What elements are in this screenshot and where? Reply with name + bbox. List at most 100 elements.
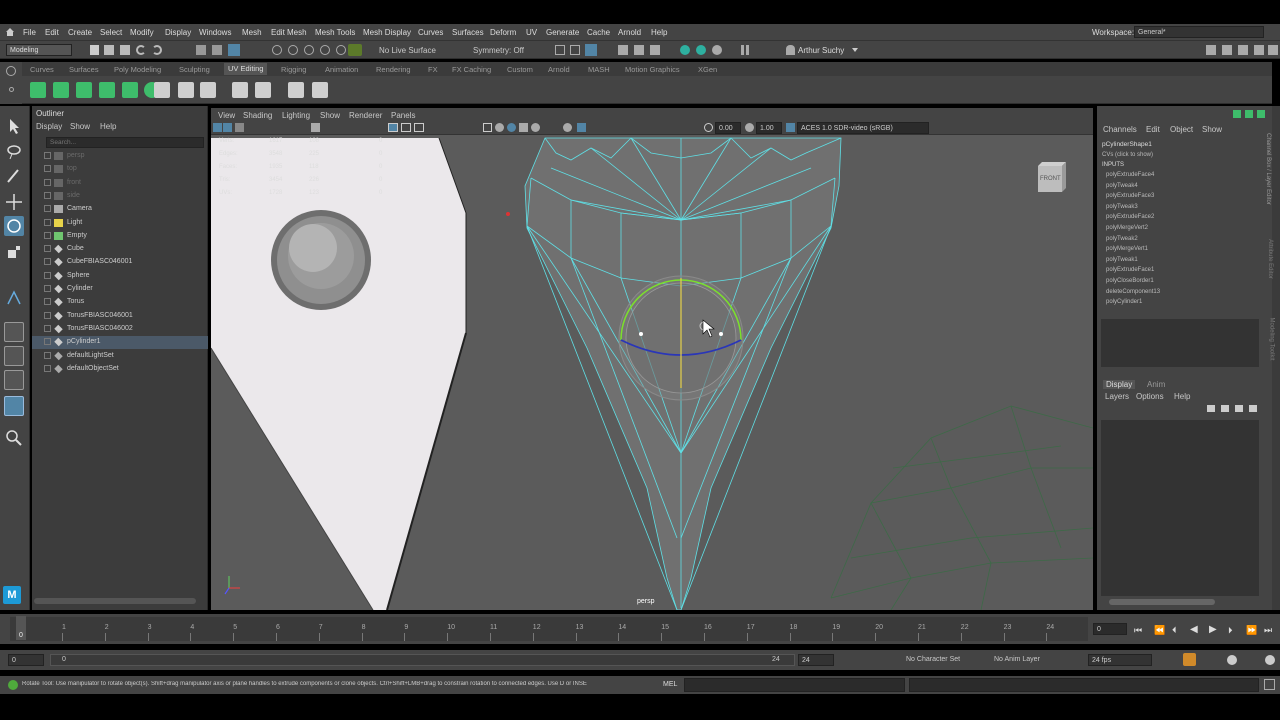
select-component-icon[interactable] (228, 44, 240, 56)
user-dropdown-icon[interactable] (852, 48, 858, 52)
tab-motion-graphics[interactable]: Motion Graphics (625, 65, 680, 74)
gamma-field[interactable]: 1.00 (756, 122, 782, 134)
film-gate-icon[interactable] (401, 123, 411, 132)
channelbox-hscrollbar[interactable] (1109, 599, 1215, 605)
character-set-select[interactable]: No Character Set (906, 656, 960, 663)
tab-animation[interactable]: Animation (325, 65, 358, 74)
symmetry-label[interactable]: Symmetry: Off (473, 46, 524, 55)
input-history-node[interactable]: polyMergeVert2 (1106, 225, 1148, 231)
cut-uv-icon[interactable] (178, 82, 194, 98)
color-management-icon[interactable] (786, 123, 795, 132)
anim-layer-select[interactable]: No Anim Layer (994, 656, 1040, 663)
channels-menu-object[interactable]: Object (1170, 125, 1193, 134)
exposure-field[interactable]: 0.00 (715, 122, 741, 134)
outliner-item[interactable]: Camera (32, 203, 208, 216)
zoom-search-icon[interactable] (4, 428, 24, 448)
outliner-layout-icon[interactable] (4, 396, 24, 416)
snap-grid-icon[interactable] (272, 45, 282, 55)
arnold-light-icon[interactable] (712, 45, 722, 55)
menu-edit[interactable]: Edit (45, 28, 59, 37)
unfold-uv-icon[interactable] (232, 82, 248, 98)
outliner-item[interactable]: persp (32, 150, 208, 163)
uv-editor-icon[interactable] (154, 82, 170, 98)
view-cube[interactable]: FRONT (1034, 158, 1070, 194)
layout-uv-icon[interactable] (255, 82, 271, 98)
toggle-tool-settings-icon[interactable] (1238, 45, 1248, 55)
gamma-icon[interactable] (745, 123, 754, 132)
mode-select[interactable]: Modeling (6, 44, 72, 56)
arnold-ipr-icon[interactable] (696, 45, 706, 55)
side-tab-attribute-editor[interactable]: Attribute Editor (1267, 239, 1273, 279)
open-scene-icon[interactable] (104, 45, 114, 55)
outliner-item[interactable]: pCylinder1 (32, 336, 208, 350)
shape-node-label[interactable]: pCylinderShape1 (1102, 141, 1152, 148)
outliner-item[interactable]: CubeFBIASC046001 (32, 256, 208, 269)
step-back-key-icon[interactable]: ⏪ (1154, 625, 1165, 636)
uv-toolkit-icon[interactable] (312, 82, 328, 98)
menu-uv[interactable]: UV (526, 28, 537, 37)
snap-curve-icon[interactable] (288, 45, 298, 55)
outliner-menu-display[interactable]: Display (36, 122, 62, 131)
live-surface-icon[interactable] (348, 44, 362, 56)
arnold-render-icon[interactable] (680, 45, 690, 55)
input-history-node[interactable]: deleteComponent13 (1106, 289, 1160, 295)
rotate-tool-icon[interactable] (4, 216, 24, 236)
tab-sculpting[interactable]: Sculpting (179, 65, 210, 74)
resolution-gate-icon[interactable] (414, 123, 424, 132)
toggle-channelbox-icon[interactable] (1254, 45, 1264, 55)
menu-file[interactable]: File (23, 28, 36, 37)
expand-toggle-icon[interactable] (44, 298, 51, 306)
range-slider-bar[interactable] (50, 654, 795, 666)
outliner-item[interactable]: front (32, 177, 208, 190)
automatic-uv-icon[interactable] (99, 82, 115, 98)
textured-icon[interactable] (519, 123, 528, 132)
menu-mesh-display[interactable]: Mesh Display (363, 28, 411, 37)
channels-menu-channels[interactable]: Channels (1103, 125, 1137, 134)
xray-icon[interactable] (577, 123, 586, 132)
side-tab-modeling-toolkit[interactable]: Modeling Toolkit (1268, 318, 1274, 361)
checker-map-icon[interactable] (288, 82, 304, 98)
scale-tool-icon[interactable] (4, 242, 24, 262)
command-line-input[interactable] (684, 678, 905, 692)
planar-uv-icon[interactable] (30, 82, 46, 98)
tab-fx-caching[interactable]: FX Caching (452, 65, 491, 74)
outliner-menu-show[interactable]: Show (70, 122, 90, 131)
four-view-layout-icon[interactable] (4, 346, 24, 366)
panel-menu-show[interactable]: Show (320, 111, 340, 120)
smooth-shade-icon[interactable] (495, 123, 504, 132)
new-layer-icon[interactable] (1235, 405, 1243, 412)
end-time-field[interactable]: 24 (798, 654, 834, 666)
outliner-item[interactable]: Sphere (32, 270, 208, 283)
pause-icon[interactable] (741, 45, 749, 55)
expand-toggle-icon[interactable] (44, 364, 51, 372)
layer-menu-layers[interactable]: Layers (1105, 392, 1129, 401)
channelbox-edit-icon[interactable] (1257, 110, 1265, 118)
expand-toggle-icon[interactable] (44, 231, 51, 239)
current-frame-field[interactable]: 0 (1093, 623, 1127, 635)
step-forward-key-icon[interactable]: ⏩ (1246, 625, 1257, 636)
menu-help[interactable]: Help (651, 28, 667, 37)
wireframe-icon[interactable] (483, 123, 492, 132)
menu-mesh[interactable]: Mesh (242, 28, 262, 37)
menu-select[interactable]: Select (100, 28, 122, 37)
step-back-frame-icon[interactable]: ⏴ (1172, 625, 1177, 636)
outliner-search-input[interactable] (46, 137, 204, 148)
construction-history-icon[interactable] (555, 45, 565, 55)
outliner-menu-help[interactable]: Help (100, 122, 116, 131)
toggle-outliner-icon[interactable] (1268, 45, 1278, 55)
menu-arnold[interactable]: Arnold (618, 28, 641, 37)
tab-custom[interactable]: Custom (507, 65, 533, 74)
playback-speed-icon[interactable] (1227, 655, 1237, 665)
layer-tab-display[interactable]: Display (1103, 380, 1136, 389)
layer-menu-options[interactable]: Options (1136, 392, 1164, 401)
expand-toggle-icon[interactable] (44, 271, 51, 279)
viewport-persp[interactable]: Verts: 1617 108 0 Edges: 3548 225 0 Faces: 1935 11… (211, 108, 1093, 610)
expand-toggle-icon[interactable] (44, 191, 51, 199)
single-view-layout-icon[interactable] (4, 322, 24, 342)
layer-tab-anim[interactable]: Anim (1147, 380, 1165, 389)
camera-attributes-icon[interactable] (223, 123, 232, 132)
last-tool-icon[interactable] (4, 288, 24, 308)
shelf-menu-icon[interactable] (9, 87, 14, 92)
redo-icon[interactable] (152, 45, 162, 55)
select-object-icon[interactable] (212, 45, 222, 55)
